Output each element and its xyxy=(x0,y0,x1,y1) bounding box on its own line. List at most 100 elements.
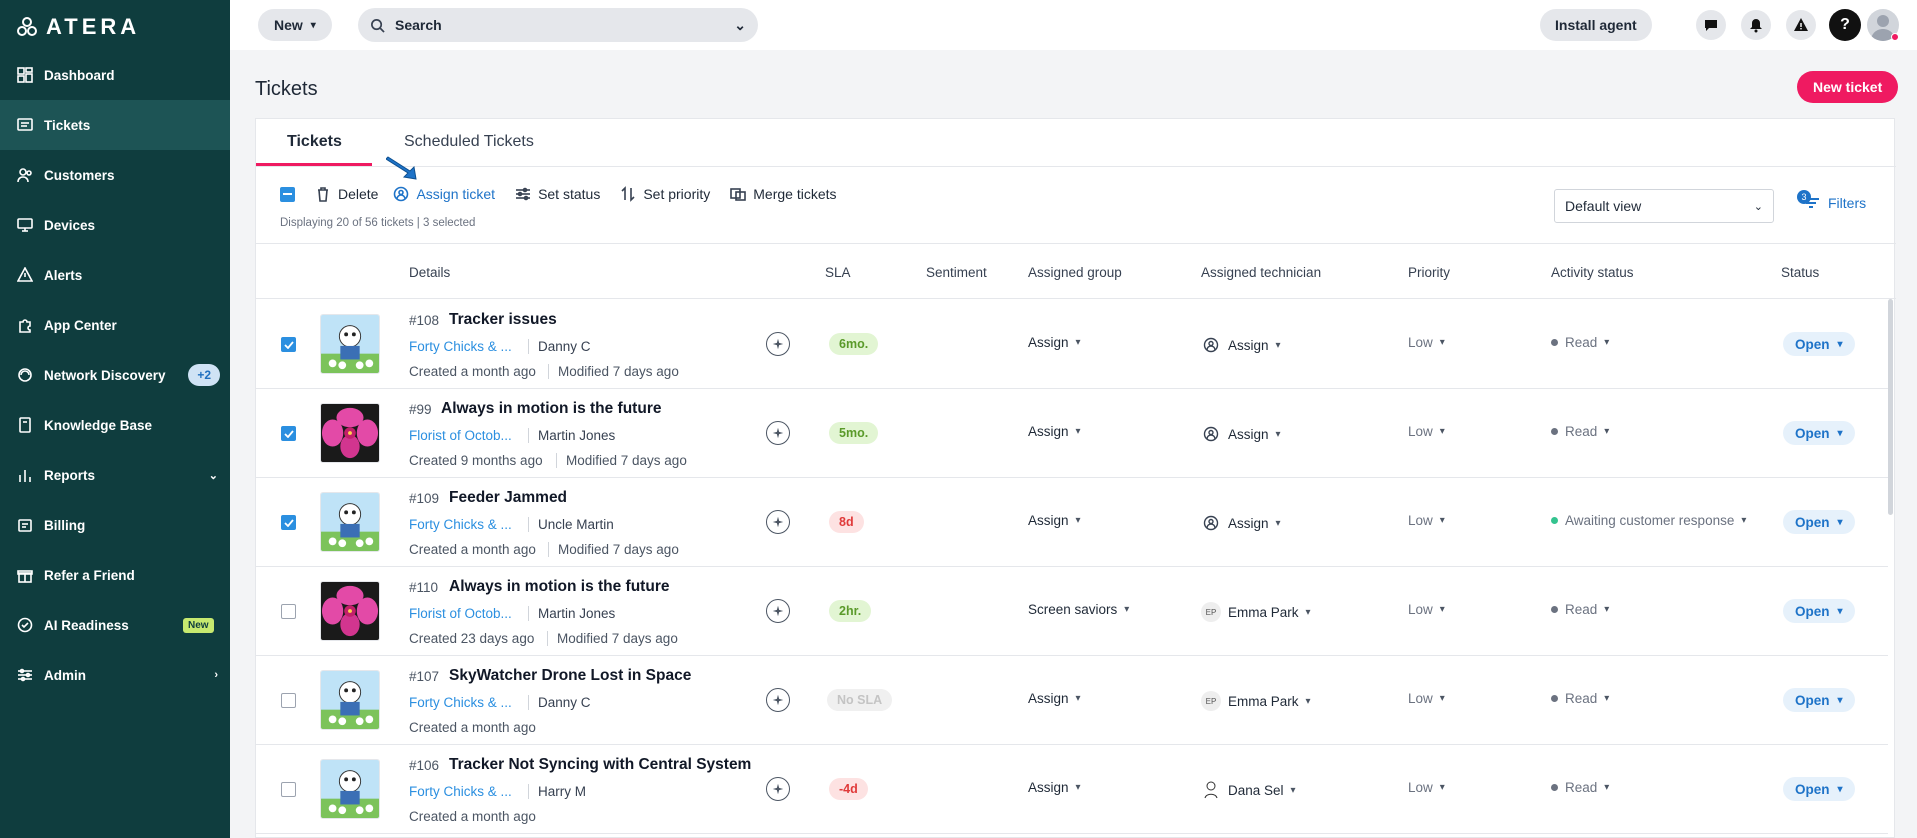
sidebar-item-tickets[interactable]: Tickets xyxy=(0,100,230,150)
priority-dropdown[interactable]: Low ▾ xyxy=(1408,780,1445,795)
assigned-technician-dropdown[interactable]: Dana Sel ▾ xyxy=(1201,780,1296,800)
sidebar-item-billing[interactable]: Billing xyxy=(0,500,230,550)
ai-sparkle-icon[interactable] xyxy=(766,777,790,801)
filters-button[interactable]: 3 Filters xyxy=(1797,190,1866,211)
install-agent-button[interactable]: Install agent xyxy=(1540,9,1652,41)
table-scrollbar[interactable] xyxy=(1888,299,1893,515)
table-row[interactable]: #107 SkyWatcher Drone Lost in Space Forty … xyxy=(256,656,1888,745)
column-details[interactable]: Details xyxy=(409,265,450,280)
ticket-title[interactable]: Feeder Jammed xyxy=(449,489,567,507)
sidebar-item-alerts[interactable]: Alerts xyxy=(0,250,230,300)
activity-status-dropdown[interactable]: Read ▾ xyxy=(1551,424,1609,439)
status-dropdown[interactable]: Open ▾ xyxy=(1783,421,1855,445)
column-assigned-group[interactable]: Assigned group xyxy=(1028,265,1122,280)
atera-logo[interactable]: ATERA xyxy=(16,14,140,40)
status-dropdown[interactable]: Open ▾ xyxy=(1783,332,1855,356)
row-checkbox[interactable] xyxy=(281,782,296,797)
ticket-title[interactable]: Always in motion is the future xyxy=(441,400,661,418)
assigned-group-dropdown[interactable]: Assign ▾ xyxy=(1028,424,1081,439)
customer-link[interactable]: Florist of Octob... xyxy=(409,428,519,443)
customer-link[interactable]: Forty Chicks & ... xyxy=(409,517,519,532)
assigned-group-dropdown[interactable]: Assign ▾ xyxy=(1028,780,1081,795)
row-checkbox[interactable] xyxy=(281,337,296,352)
select-all-checkbox[interactable] xyxy=(280,186,295,202)
chevron-down-icon[interactable]: ⌄ xyxy=(734,17,746,34)
sidebar-item-network-discovery[interactable]: Network Discovery +2 xyxy=(0,350,230,400)
chevron-down-icon[interactable]: ⌄ xyxy=(209,469,218,482)
activity-status-dropdown[interactable]: Awaiting customer response ▾ xyxy=(1551,513,1746,528)
column-priority[interactable]: Priority xyxy=(1408,265,1450,280)
column-activity-status[interactable]: Activity status xyxy=(1551,265,1634,280)
sidebar-item-refer-a-friend[interactable]: Refer a Friend xyxy=(0,550,230,600)
table-row[interactable]: #110 Always in motion is the future Floris… xyxy=(256,567,1888,656)
activity-status-dropdown[interactable]: Read ▾ xyxy=(1551,780,1609,795)
new-ticket-button[interactable]: New ticket xyxy=(1797,71,1899,103)
sidebar-item-knowledge-base[interactable]: Knowledge Base xyxy=(0,400,230,450)
priority-dropdown[interactable]: Low ▾ xyxy=(1408,691,1445,706)
sidebar-item-devices[interactable]: Devices xyxy=(0,200,230,250)
assigned-group-dropdown[interactable]: Assign ▾ xyxy=(1028,513,1081,528)
delete-button[interactable]: Delete xyxy=(315,186,378,202)
table-row[interactable]: #108 Tracker issues Forty Chicks & ... Dann… xyxy=(256,300,1888,389)
assigned-group-dropdown[interactable]: Screen saviors ▾ xyxy=(1028,602,1129,617)
status-dropdown[interactable]: Open ▾ xyxy=(1783,777,1855,801)
assigned-group-dropdown[interactable]: Assign ▾ xyxy=(1028,691,1081,706)
ai-sparkle-icon[interactable] xyxy=(766,599,790,623)
bell-icon[interactable] xyxy=(1741,10,1771,40)
column-status[interactable]: Status xyxy=(1781,265,1819,280)
sidebar-item-ai-readiness[interactable]: AI Readiness New xyxy=(0,600,230,650)
set-priority-button[interactable]: Set priority xyxy=(620,186,710,202)
view-select[interactable]: Default view ⌄ xyxy=(1554,189,1774,223)
column-sla[interactable]: SLA xyxy=(825,265,851,280)
ai-sparkle-icon[interactable] xyxy=(766,332,790,356)
ticket-title[interactable]: Always in motion is the future xyxy=(449,578,669,596)
customer-link[interactable]: Florist of Octob... xyxy=(409,606,519,621)
column-assigned-technician[interactable]: Assigned technician xyxy=(1201,265,1321,280)
chat-icon[interactable] xyxy=(1696,10,1726,40)
sidebar-item-admin[interactable]: Admin › xyxy=(0,650,230,700)
sidebar-item-dashboard[interactable]: Dashboard xyxy=(0,50,230,100)
activity-status-dropdown[interactable]: Read ▾ xyxy=(1551,602,1609,617)
ticket-title[interactable]: Tracker Not Syncing with Central System xyxy=(449,756,751,774)
sidebar-item-app-center[interactable]: App Center xyxy=(0,300,230,350)
help-icon[interactable]: ? xyxy=(1829,9,1861,41)
sidebar-item-customers[interactable]: Customers xyxy=(0,150,230,200)
ticket-title[interactable]: Tracker issues xyxy=(449,311,557,329)
tab-scheduled-tickets[interactable]: Scheduled Tickets xyxy=(404,133,534,151)
status-dropdown[interactable]: Open ▾ xyxy=(1783,688,1855,712)
sidebar-item-reports[interactable]: Reports ⌄ xyxy=(0,450,230,500)
ticket-title[interactable]: SkyWatcher Drone Lost in Space xyxy=(449,667,691,685)
priority-dropdown[interactable]: Low ▾ xyxy=(1408,513,1445,528)
tab-tickets[interactable]: Tickets xyxy=(287,133,342,151)
customer-link[interactable]: Forty Chicks & ... xyxy=(409,695,519,710)
search-input[interactable]: Search ⌄ xyxy=(358,8,758,42)
priority-dropdown[interactable]: Low ▾ xyxy=(1408,424,1445,439)
row-checkbox[interactable] xyxy=(281,426,296,441)
assigned-technician-dropdown[interactable]: EP Emma Park ▾ xyxy=(1201,691,1311,711)
assigned-technician-dropdown[interactable]: Assign ▾ xyxy=(1201,335,1281,355)
status-dropdown[interactable]: Open ▾ xyxy=(1783,510,1855,534)
assign-ticket-button[interactable]: Assign ticket xyxy=(393,186,495,202)
ai-sparkle-icon[interactable] xyxy=(766,688,790,712)
assigned-technician-dropdown[interactable]: EP Emma Park ▾ xyxy=(1201,602,1311,622)
ai-sparkle-icon[interactable] xyxy=(766,510,790,534)
assigned-technician-dropdown[interactable]: Assign ▾ xyxy=(1201,424,1281,444)
column-sentiment[interactable]: Sentiment xyxy=(926,265,987,280)
table-row[interactable]: #109 Feeder Jammed Forty Chicks & ... Uncle… xyxy=(256,478,1888,567)
status-dropdown[interactable]: Open ▾ xyxy=(1783,599,1855,623)
set-status-button[interactable]: Set status xyxy=(515,186,600,202)
merge-tickets-button[interactable]: Merge tickets xyxy=(730,186,837,202)
row-checkbox[interactable] xyxy=(281,693,296,708)
ai-sparkle-icon[interactable] xyxy=(766,421,790,445)
priority-dropdown[interactable]: Low ▾ xyxy=(1408,335,1445,350)
assigned-technician-dropdown[interactable]: Assign ▾ xyxy=(1201,513,1281,533)
row-checkbox[interactable] xyxy=(281,515,296,530)
activity-status-dropdown[interactable]: Read ▾ xyxy=(1551,335,1609,350)
row-checkbox[interactable] xyxy=(281,604,296,619)
customer-link[interactable]: Forty Chicks & ... xyxy=(409,339,519,354)
table-row[interactable]: #99 Always in motion is the future Florist… xyxy=(256,389,1888,478)
activity-status-dropdown[interactable]: Read ▾ xyxy=(1551,691,1609,706)
customer-link[interactable]: Forty Chicks & ... xyxy=(409,784,519,799)
new-button[interactable]: New ▾ xyxy=(258,9,332,41)
assigned-group-dropdown[interactable]: Assign ▾ xyxy=(1028,335,1081,350)
